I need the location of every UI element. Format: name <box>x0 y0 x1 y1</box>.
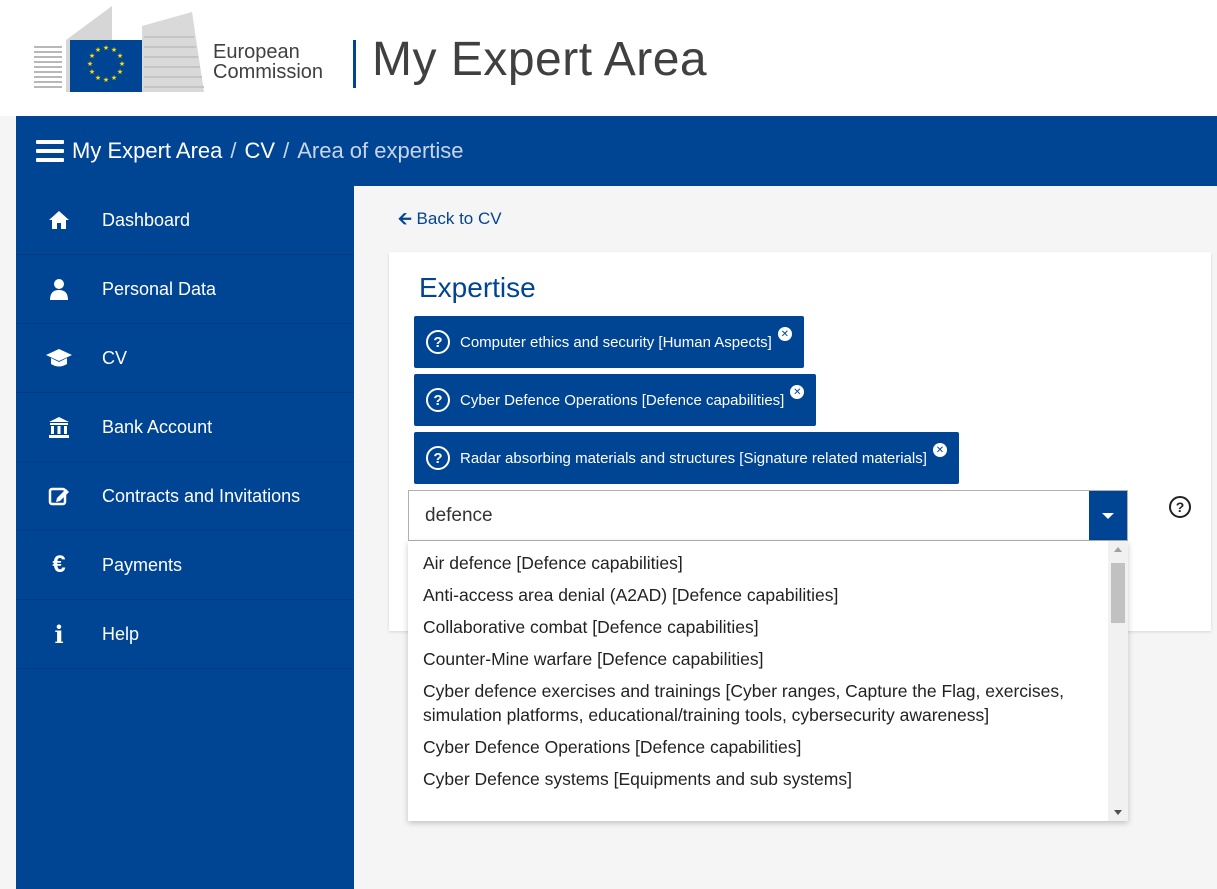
dropdown-toggle-button[interactable] <box>1089 491 1127 540</box>
sidebar-item-payments[interactable]: € Payments <box>16 531 354 600</box>
expertise-dropdown-list: Air defence [Defence capabilities] Anti-… <box>408 541 1128 821</box>
svg-text:★: ★ <box>111 74 117 82</box>
tag-label: Cyber Defence Operations [Defence capabi… <box>460 391 785 409</box>
sidebar-item-label: Payments <box>102 554 183 575</box>
breadcrumb-bar: My Expert Area / CV / Area of expertise <box>16 116 1217 186</box>
breadcrumb-cv[interactable]: CV <box>245 138 276 164</box>
dropdown-option[interactable]: Counter-Mine warfare [Defence capabiliti… <box>408 647 1108 671</box>
svg-text:★: ★ <box>103 76 109 84</box>
dropdown-option[interactable]: Air defence [Defence capabilities] <box>408 551 1108 575</box>
sidebar-item-cv[interactable]: CV <box>16 324 354 393</box>
sidebar-item-label: CV <box>102 347 128 368</box>
dropdown-option[interactable]: Cyber Defence systems [Equipments and su… <box>408 767 1108 791</box>
expertise-tag: ? Cyber Defence Operations [Defence capa… <box>414 374 817 426</box>
sidebar: Dashboard Personal Data CV Bank Account … <box>16 186 354 889</box>
breadcrumb-separator: / <box>230 138 237 163</box>
svg-text:★: ★ <box>117 52 123 60</box>
european-commission-logo[interactable]: ★ ★ ★ ★ ★ ★ ★ ★ ★ ★ ★ ★ <box>32 6 212 92</box>
breadcrumb-current: Area of expertise <box>297 138 464 163</box>
svg-text:★: ★ <box>119 60 125 68</box>
sidebar-item-contracts[interactable]: Contracts and Invitations <box>16 462 354 531</box>
hamburger-menu-icon[interactable] <box>36 140 64 162</box>
dropdown-option[interactable]: Cyber Defence Operations [Defence capabi… <box>408 735 1108 759</box>
dropdown-option[interactable]: Collaborative combat [Defence capabiliti… <box>408 615 1108 639</box>
tag-label: Computer ethics and security [Human Aspe… <box>460 333 772 351</box>
expertise-tag: ? Computer ethics and security [Human As… <box>414 316 804 368</box>
sidebar-item-label: Dashboard <box>102 209 191 230</box>
org-name-line2: Commission <box>213 61 324 83</box>
caret-down-icon <box>1102 512 1114 519</box>
help-circle-icon[interactable]: ? <box>1169 496 1191 518</box>
svg-text:★: ★ <box>89 68 95 76</box>
sidebar-item-label: Personal Data <box>102 278 217 299</box>
expertise-select[interactable] <box>408 490 1128 541</box>
question-circle-icon[interactable]: ? <box>426 330 450 354</box>
remove-tag-icon[interactable]: ✕ <box>790 385 805 399</box>
sidebar-item-bank-account[interactable]: Bank Account <box>16 393 354 462</box>
scroll-up-icon[interactable] <box>1114 547 1122 552</box>
organization-name: European Commission <box>213 42 323 82</box>
question-circle-icon[interactable]: ? <box>426 446 450 470</box>
expertise-tag: ? Radar absorbing materials and structur… <box>414 432 959 484</box>
expertise-search-input[interactable] <box>409 491 1089 540</box>
breadcrumb-separator: / <box>283 138 290 163</box>
scrollbar-thumb[interactable] <box>1111 563 1125 623</box>
user-icon <box>16 278 102 300</box>
svg-text:★: ★ <box>117 68 123 76</box>
arrow-left-icon: 🡨 <box>398 209 412 228</box>
sidebar-item-label: Bank Account <box>102 416 213 437</box>
graduation-cap-icon <box>16 348 102 368</box>
sidebar-item-dashboard[interactable]: Dashboard <box>16 186 354 255</box>
info-icon: i <box>54 619 64 649</box>
euro-icon: € <box>52 551 66 578</box>
home-icon <box>16 210 102 230</box>
tag-label: Radar absorbing materials and structures… <box>460 449 927 467</box>
back-to-cv-link[interactable]: 🡨 Back to CV <box>398 206 502 235</box>
sidebar-item-help[interactable]: i Help <box>16 600 354 669</box>
remove-tag-icon[interactable]: ✕ <box>932 443 947 457</box>
svg-text:★: ★ <box>87 60 93 68</box>
site-header: ★ ★ ★ ★ ★ ★ ★ ★ ★ ★ ★ ★ European Commiss… <box>0 0 1217 116</box>
app-title[interactable]: My Expert Area <box>372 30 707 90</box>
dropdown-option[interactable]: Cyber defence exercises and trainings [C… <box>408 679 1108 727</box>
header-divider <box>353 40 356 88</box>
edit-icon <box>16 485 102 507</box>
org-name-line1: European <box>213 41 300 63</box>
sidebar-item-label: Contracts and Invitations <box>102 485 301 506</box>
svg-text:★: ★ <box>95 74 101 82</box>
sidebar-item-label: Help <box>102 623 140 644</box>
question-circle-icon[interactable]: ? <box>426 388 450 412</box>
back-link-label: Back to CV <box>416 209 502 228</box>
breadcrumb-my-expert-area[interactable]: My Expert Area <box>72 138 222 164</box>
panel-title: Expertise <box>419 272 536 303</box>
svg-text:★: ★ <box>103 44 109 52</box>
sidebar-item-personal-data[interactable]: Personal Data <box>16 255 354 324</box>
bank-icon <box>16 416 102 438</box>
dropdown-option[interactable]: Anti-access area denial (A2AD) [Defence … <box>408 583 1108 607</box>
scroll-down-icon[interactable] <box>1114 810 1122 815</box>
dropdown-scrollbar[interactable] <box>1108 541 1128 821</box>
svg-text:★: ★ <box>95 46 101 54</box>
remove-tag-icon[interactable]: ✕ <box>777 327 792 341</box>
